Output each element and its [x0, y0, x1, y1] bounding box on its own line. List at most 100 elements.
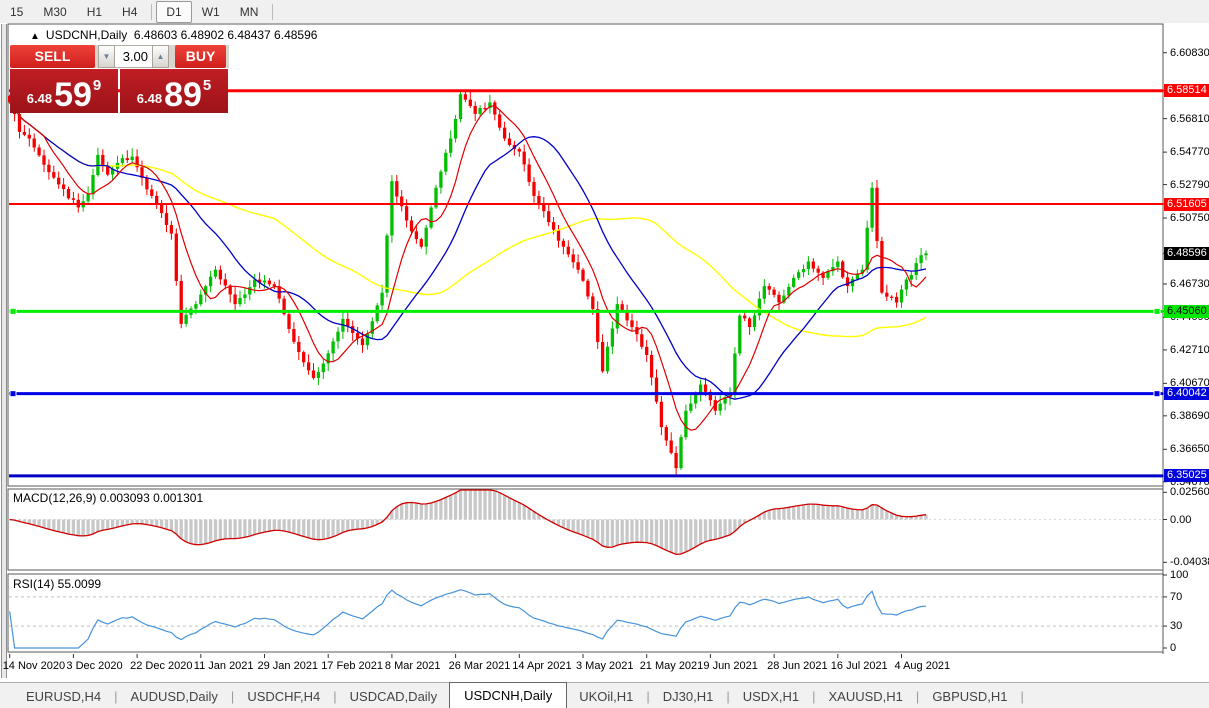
candle-body — [914, 263, 918, 276]
tab-USDCHF-H4[interactable]: USDCHF,H4 — [235, 685, 332, 708]
candle-body — [640, 334, 644, 347]
date-axis-label: 3 Dec 2020 — [66, 660, 123, 672]
buy-button[interactable]: BUY — [175, 45, 226, 68]
candle-body — [904, 279, 909, 290]
candle-body — [120, 158, 125, 163]
macd-histogram-bar — [341, 519, 345, 533]
macd-histogram-bar — [571, 519, 575, 532]
candle-body — [145, 177, 149, 190]
macd-histogram-bar — [429, 502, 433, 520]
buy-price-pip: 5 — [202, 77, 212, 94]
macd-histogram-bar — [806, 504, 811, 520]
price-axis-tick: 6.60830 — [1170, 46, 1209, 59]
level-handle-left — [9, 307, 17, 315]
volume-input[interactable] — [115, 45, 152, 68]
buy-price-main: 89 — [164, 76, 202, 114]
macd-histogram-bar — [767, 510, 771, 520]
candle-body — [507, 138, 512, 145]
tab-EURUSD-H4[interactable]: EURUSD,H4 — [14, 685, 113, 708]
tab-UKOil-H1[interactable]: UKOil,H1 — [567, 685, 645, 708]
rsi-panel — [7, 573, 1164, 653]
candle-body — [238, 297, 242, 305]
date-axis-label: 21 May 2021 — [639, 660, 704, 672]
macd-histogram-bar — [816, 504, 820, 520]
buy-price-panel[interactable]: 6.48 89 5 — [120, 69, 228, 113]
macd-label: MACD(12,26,9) 0.003093 0.001301 — [13, 491, 204, 505]
macd-histogram-bar — [517, 502, 521, 520]
candle-body — [125, 158, 129, 161]
macd-histogram-bar — [106, 519, 110, 530]
candle-body — [47, 164, 51, 173]
macd-histogram-bar — [66, 519, 71, 535]
macd-histogram-bar — [610, 519, 615, 548]
candle-body — [213, 269, 218, 277]
candle-body — [689, 403, 693, 411]
macd-histogram-bar — [395, 506, 399, 520]
candle-body — [767, 286, 771, 290]
candle-body — [424, 227, 428, 247]
candle-body — [527, 164, 531, 182]
candle-body — [801, 269, 806, 273]
sell-button[interactable]: SELL — [10, 45, 95, 68]
macd-histogram-bar — [419, 503, 423, 520]
candle-body — [586, 280, 590, 297]
macd-histogram-bar — [576, 519, 580, 534]
tab-USDX-H1[interactable]: USDX,H1 — [731, 685, 811, 708]
macd-histogram-bar — [453, 492, 458, 520]
candle-body — [787, 286, 791, 296]
sell-price-main: 59 — [54, 76, 92, 114]
macd-histogram-bar — [253, 519, 257, 535]
candle-body — [532, 181, 536, 196]
candle-body — [924, 253, 928, 256]
macd-histogram-bar — [522, 505, 526, 520]
candle-body — [674, 452, 678, 469]
candle-body — [52, 172, 56, 178]
macd-histogram-bar — [449, 495, 453, 520]
candle-body — [27, 134, 31, 139]
macd-histogram-bar — [306, 519, 311, 538]
candle-body — [262, 280, 267, 283]
level-handle-right — [1153, 307, 1161, 315]
macd-histogram-bar — [488, 490, 492, 520]
volume-increment-button[interactable]: ▲ — [152, 45, 169, 68]
macd-histogram-bar — [292, 519, 296, 534]
macd-histogram-bar — [336, 519, 340, 535]
candle-body — [772, 289, 776, 295]
tab-XAUUSD-H1[interactable]: XAUUSD,H1 — [817, 685, 915, 708]
macd-histogram-bar — [689, 519, 693, 550]
tab-USDCAD-Daily[interactable]: USDCAD,Daily — [338, 685, 449, 708]
level-handle-right — [1153, 390, 1161, 398]
sell-price-prefix: 6.48 — [26, 91, 53, 106]
candle-body — [346, 318, 350, 327]
candle-body — [253, 279, 257, 288]
candle-body — [101, 154, 105, 167]
candle-body — [620, 304, 624, 311]
mt4-window: 15 M30 H1 H4 D1 W1 MN ▲ USDCNH,Daily 6.48603 6.… — [0, 0, 1209, 708]
macd-histogram-bar — [777, 508, 781, 520]
candle-body — [130, 156, 134, 161]
macd-histogram-bar — [57, 519, 61, 532]
volume-decrement-button[interactable]: ▼ — [98, 45, 115, 68]
sell-price-panel[interactable]: 6.48 59 9 — [10, 69, 118, 113]
date-axis-label: 22 Dec 2020 — [130, 660, 193, 672]
tab-USDCNH-Daily[interactable]: USDCNH,Daily — [449, 682, 568, 708]
candle-body — [380, 292, 384, 306]
candle-body — [890, 296, 894, 298]
symbol-arrow-icon: ▲ — [30, 31, 40, 42]
candle-body — [194, 304, 198, 309]
macd-histogram-bar — [52, 519, 56, 531]
tab-DJ30-H1[interactable]: DJ30,H1 — [651, 685, 726, 708]
tab-AUDUSD-Daily[interactable]: AUDUSD,Daily — [119, 685, 230, 708]
candle-body — [311, 370, 316, 378]
tab-GBPUSD-H1[interactable]: GBPUSD,H1 — [920, 685, 1019, 708]
macd-axis-tick: 0.00 — [1170, 513, 1192, 526]
macd-histogram-bar — [801, 504, 806, 520]
macd-histogram-bar — [493, 490, 497, 520]
macd-histogram-bar — [91, 519, 95, 535]
candle-body — [287, 314, 291, 329]
price-axis-tick: 6.46730 — [1170, 277, 1209, 290]
macd-histogram-bar — [248, 519, 252, 537]
macd-histogram-bar — [321, 519, 325, 540]
candle-body — [493, 102, 497, 115]
one-click-trading-panel: SELL ▼ ▲ BUY 6.48599 6.48895 — [10, 45, 229, 113]
